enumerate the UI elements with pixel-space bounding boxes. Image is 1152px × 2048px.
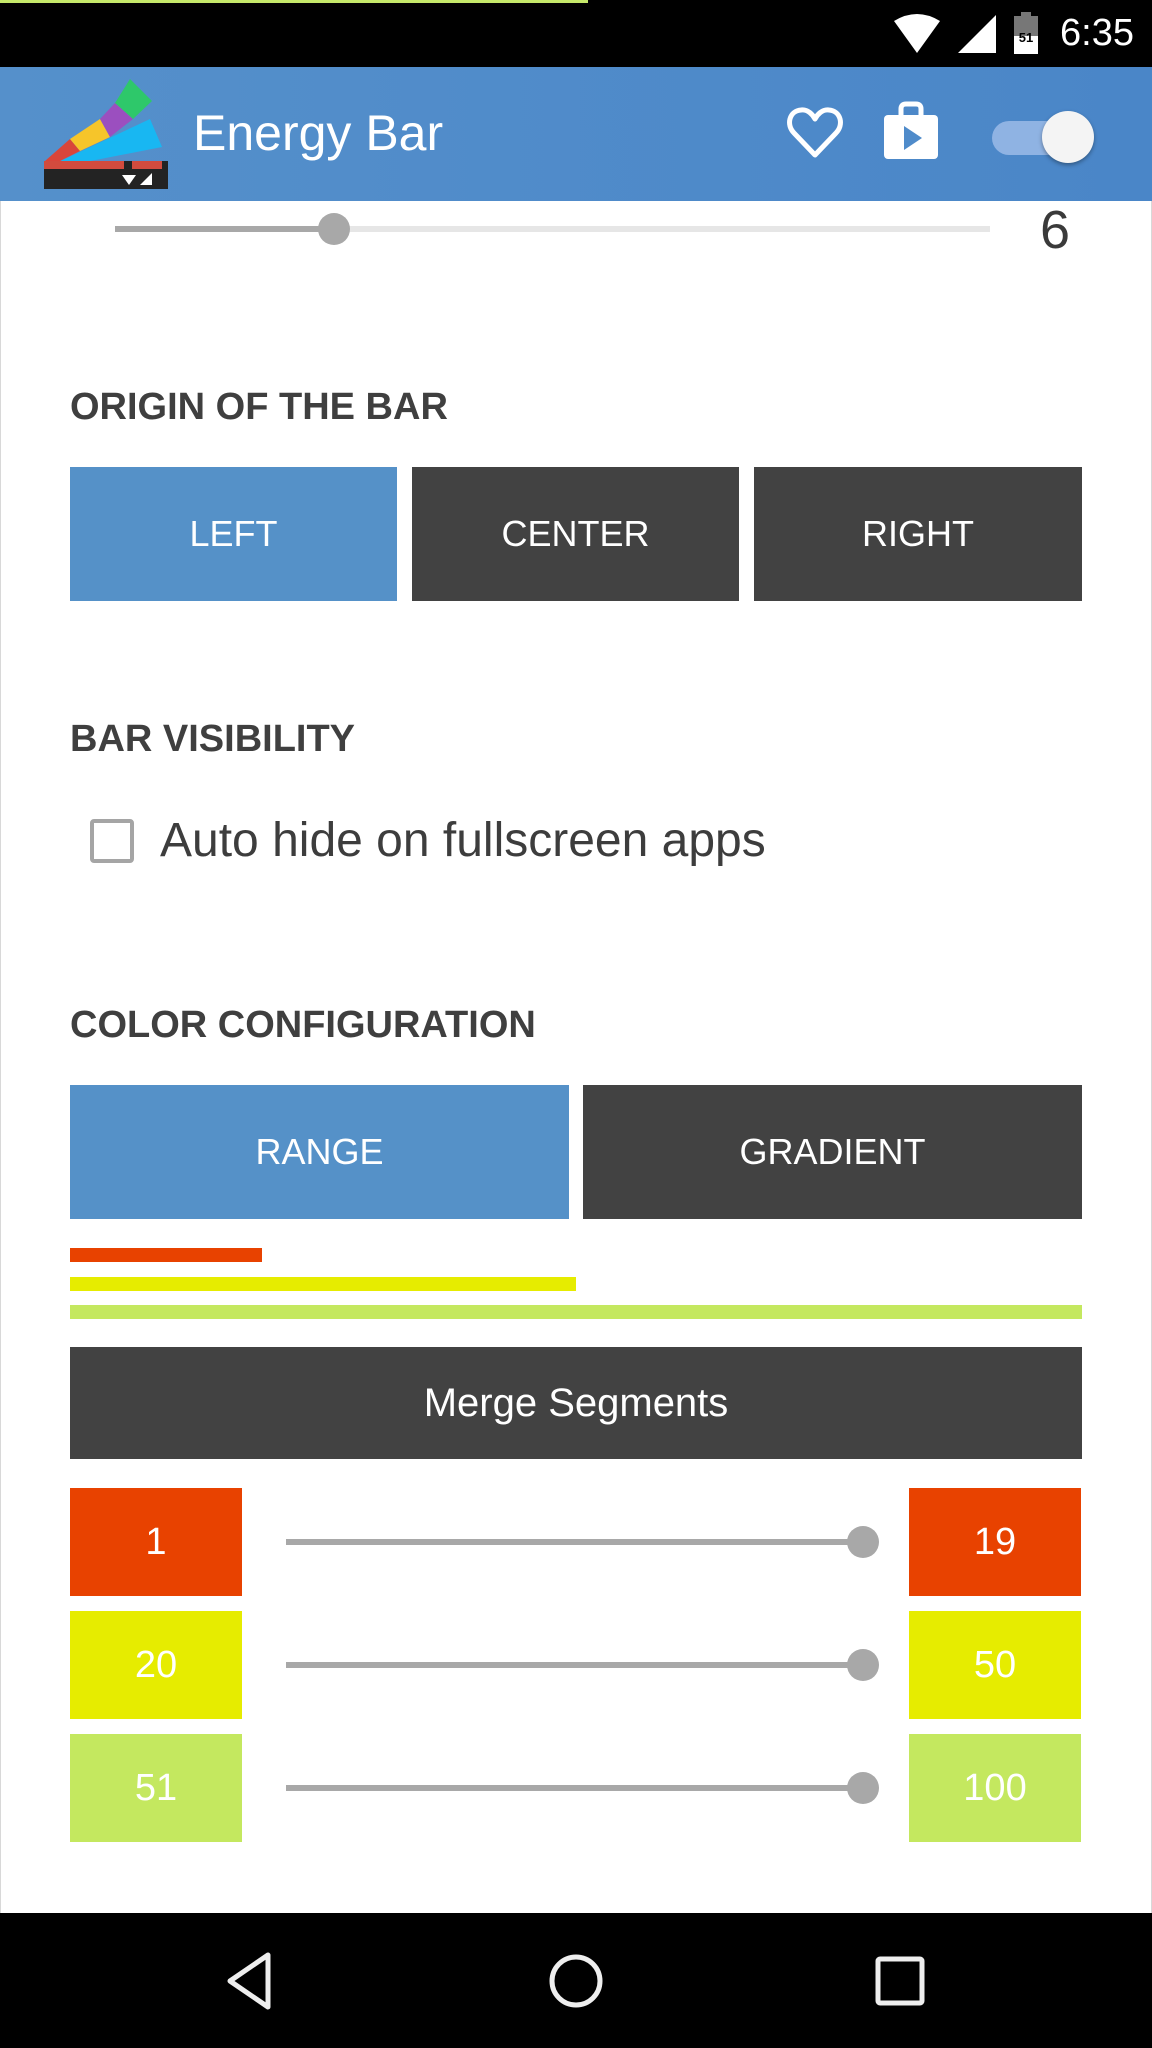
slider-thumb[interactable]	[847, 1649, 879, 1681]
segment-slider[interactable]	[286, 1522, 879, 1562]
heart-icon[interactable]	[786, 103, 844, 161]
range-preview-bar	[70, 1248, 262, 1262]
visibility-section-title: BAR VISIBILITY	[70, 718, 356, 760]
segment-from-value[interactable]: 1	[70, 1488, 242, 1596]
range-preview-bar	[70, 1277, 576, 1291]
range-preview-bar	[70, 1305, 1082, 1319]
merge-segments-button[interactable]: Merge Segments	[70, 1347, 1082, 1459]
auto-hide-label[interactable]: Auto hide on fullscreen apps	[160, 812, 766, 870]
segment-from-value[interactable]: 20	[70, 1611, 242, 1719]
segment-to-value[interactable]: 100	[909, 1734, 1081, 1842]
slider-thumb[interactable]	[847, 1772, 879, 1804]
segment-from-value[interactable]: 51	[70, 1734, 242, 1842]
gradient-mode-button[interactable]: GRADIENT	[583, 1085, 1082, 1219]
svg-text:51: 51	[1019, 30, 1033, 45]
energy-bar-indicator	[0, 0, 588, 3]
segment-to-value[interactable]: 19	[909, 1488, 1081, 1596]
slider-thumb[interactable]	[847, 1526, 879, 1558]
segment-slider[interactable]	[286, 1645, 879, 1685]
app-logo-icon	[44, 79, 168, 189]
range-mode-button[interactable]: RANGE	[70, 1085, 569, 1219]
slider-thumb[interactable]	[317, 213, 350, 245]
origin-left-button[interactable]: LEFT	[70, 467, 397, 601]
home-icon[interactable]	[544, 1949, 608, 2013]
auto-hide-checkbox[interactable]	[90, 819, 134, 863]
status-bar: 51 6:35	[0, 0, 1152, 67]
navigation-bar	[0, 1913, 1152, 2048]
app-title: Energy Bar	[193, 105, 444, 161]
back-icon[interactable]	[220, 1949, 284, 2013]
app-bar: Energy Bar	[0, 67, 1152, 201]
wifi-icon	[894, 14, 941, 53]
enable-toggle[interactable]	[988, 111, 1098, 163]
origin-section-title: ORIGIN OF THE BAR	[70, 386, 448, 428]
origin-right-button[interactable]: RIGHT	[754, 467, 1082, 601]
segment-slider[interactable]	[286, 1768, 879, 1808]
play-store-icon[interactable]	[882, 101, 940, 161]
thickness-slider[interactable]	[115, 209, 990, 249]
cell-signal-icon	[958, 15, 997, 53]
clock: 6:35	[1060, 11, 1134, 54]
color-section-title: COLOR CONFIGURATION	[70, 1004, 536, 1046]
origin-center-button[interactable]: CENTER	[412, 467, 739, 601]
segment-to-value[interactable]: 50	[909, 1611, 1081, 1719]
battery-icon: 51	[1014, 12, 1039, 54]
thickness-value: 6	[1040, 200, 1071, 260]
recents-icon[interactable]	[868, 1949, 932, 2013]
